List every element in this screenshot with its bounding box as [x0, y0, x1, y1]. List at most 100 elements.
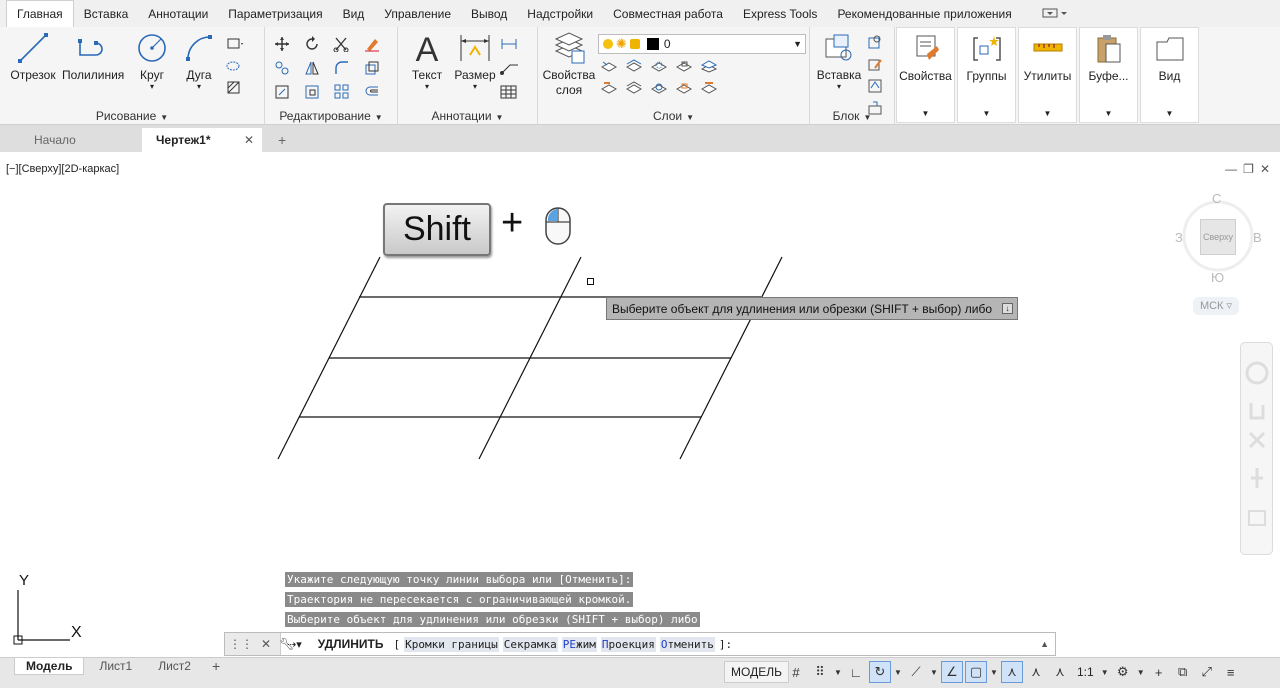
array-icon[interactable]	[333, 83, 351, 101]
hatch-icon[interactable]	[226, 57, 244, 75]
chevron-down-icon[interactable]: ▼	[893, 661, 903, 683]
isolate-objects-icon[interactable]: ⧉	[1172, 661, 1194, 683]
layer-walk-icon[interactable]	[625, 79, 643, 97]
layer-match-icon[interactable]	[700, 57, 718, 75]
create-block-icon[interactable]	[866, 33, 884, 51]
insert-block-button[interactable]: Вставка ▾	[810, 31, 868, 91]
properties-panel-button[interactable]: Свойства ▼	[896, 27, 955, 123]
line-button[interactable]: Отрезок	[4, 31, 62, 82]
grid-icon[interactable]: #	[785, 661, 807, 683]
layer-lock-icon[interactable]	[675, 57, 693, 75]
rotate-icon[interactable]	[303, 35, 321, 53]
command-extend-icon[interactable]: ⇢▾	[287, 638, 302, 651]
layer-thaw-icon[interactable]	[650, 79, 668, 97]
layer-previous-icon[interactable]	[600, 79, 618, 97]
tab-featured-apps[interactable]: Рекомендованные приложения	[827, 1, 1021, 27]
gradient-icon[interactable]	[226, 79, 244, 97]
layer-isolate-icon[interactable]	[625, 57, 643, 75]
tab-addins[interactable]: Надстройки	[517, 1, 603, 27]
layer-merge-icon[interactable]	[700, 79, 718, 97]
layout-tab-sheet1[interactable]: Лист1	[88, 658, 143, 675]
panel-modify-title[interactable]: Редактирование ▼	[265, 109, 397, 123]
panel-draw-title[interactable]: Рисование ▼	[0, 109, 264, 123]
tab-output[interactable]: Вывод	[461, 1, 517, 27]
edit-block-icon[interactable]	[866, 55, 884, 73]
layer-dropdown[interactable]: ✺ 0 ▼	[598, 34, 806, 54]
tab-express-tools[interactable]: Express Tools	[733, 1, 827, 27]
viewcube-south[interactable]: Ю	[1211, 270, 1224, 285]
option-edges[interactable]: Кромки границы	[404, 636, 499, 652]
viewcube-east[interactable]: В	[1253, 230, 1262, 245]
linear-dim-icon[interactable]	[500, 35, 518, 53]
viewcube-west[interactable]: З	[1175, 230, 1183, 245]
layer-unlock-icon[interactable]	[675, 79, 693, 97]
mirror-icon[interactable]	[303, 59, 321, 77]
move-icon[interactable]	[273, 35, 291, 53]
plus-icon[interactable]: +	[1148, 661, 1170, 683]
snap-icon[interactable]: ⠿	[809, 661, 831, 683]
customize-icon[interactable]: ≡	[1220, 661, 1242, 683]
clean-screen-icon[interactable]: ⤢	[1196, 661, 1218, 683]
grip-icon[interactable]: ⋮⋮	[229, 637, 253, 651]
panel-annotation-title[interactable]: Аннотации ▼	[398, 109, 537, 123]
doc-tab-start[interactable]: Начало	[20, 128, 138, 152]
tab-parametric[interactable]: Параметризация	[218, 1, 332, 27]
navigation-bar[interactable]	[1240, 342, 1273, 555]
object-snap-icon[interactable]: ▢	[965, 661, 987, 683]
option-mode[interactable]: РЕжим	[561, 636, 597, 652]
annotation-scale-value[interactable]: 1:1	[1073, 665, 1098, 679]
layer-freeze-icon[interactable]	[650, 57, 668, 75]
view-panel-button[interactable]: Вид ▼	[1140, 27, 1199, 123]
chevron-down-icon[interactable]: ▼	[833, 661, 843, 683]
explode-icon[interactable]	[363, 59, 381, 77]
gear-icon[interactable]: ⚙	[1112, 661, 1134, 683]
table-icon[interactable]	[500, 83, 518, 101]
annotation-scale-icon[interactable]: ⋏	[1049, 661, 1071, 683]
drawing-area[interactable]: [−][Сверху][2D-каркас] — ❐ ✕ Shift + Выб…	[0, 152, 1280, 657]
isometric-icon[interactable]: ⟋	[905, 661, 927, 683]
viewcube-north[interactable]: С	[1212, 191, 1221, 206]
layout-tab-model[interactable]: Модель	[14, 658, 85, 675]
viewcube-face-top[interactable]: Сверху	[1200, 219, 1236, 255]
ortho-icon[interactable]: ∟	[845, 661, 867, 683]
add-layout-button[interactable]: +	[206, 658, 226, 675]
close-icon[interactable]: ✕	[244, 133, 254, 147]
clipboard-panel-button[interactable]: Буфе... ▼	[1079, 27, 1138, 123]
new-tab-button[interactable]: +	[266, 128, 298, 152]
layer-state-icon[interactable]	[600, 57, 618, 75]
tab-insert[interactable]: Вставка	[74, 1, 139, 27]
panel-block-title[interactable]: Блок ▼	[810, 109, 894, 123]
chevron-down-icon[interactable]: ▼	[989, 661, 999, 683]
edit-attributes-icon[interactable]	[866, 77, 884, 95]
annotation-visibility-icon[interactable]: ⋏	[1001, 661, 1023, 683]
copy-icon[interactable]	[273, 59, 291, 77]
ucs-menu[interactable]: МСК ▿	[1193, 297, 1239, 315]
dimension-button[interactable]: Размер ▾	[446, 31, 504, 91]
erase-icon[interactable]	[363, 35, 381, 53]
leader-icon[interactable]	[500, 59, 518, 77]
command-history-toggle-icon[interactable]: ▲	[1040, 639, 1049, 649]
panel-layers-title[interactable]: Слои ▼	[538, 109, 809, 123]
model-space-button[interactable]: МОДЕЛЬ	[724, 661, 789, 683]
object-snap-tracking-icon[interactable]: ∠	[941, 661, 963, 683]
utilities-panel-button[interactable]: Утилиты ▼	[1018, 27, 1077, 123]
option-projection[interactable]: Проекция	[600, 636, 656, 652]
scale-icon[interactable]	[303, 83, 321, 101]
close-icon[interactable]: ✕	[261, 637, 271, 651]
layer-properties-button[interactable]: Свойства слоя	[540, 31, 598, 98]
layout-tab-sheet2[interactable]: Лист2	[147, 658, 202, 675]
tab-view[interactable]: Вид	[333, 1, 375, 27]
auto-scale-icon[interactable]: ⋏	[1025, 661, 1047, 683]
chevron-down-icon[interactable]: ▼	[1100, 661, 1110, 683]
option-undo[interactable]: Отменить	[659, 636, 715, 652]
trim-icon[interactable]	[333, 35, 351, 53]
stretch-icon[interactable]	[273, 83, 291, 101]
rectangle-icon[interactable]	[226, 35, 244, 53]
chevron-down-icon[interactable]: ▼	[1136, 661, 1146, 683]
fillet-icon[interactable]	[333, 59, 351, 77]
tab-home[interactable]: Главная	[6, 0, 74, 27]
polyline-button[interactable]: Полилиния	[62, 31, 124, 82]
command-line[interactable]: ⋮⋮ ✕ 🔧︎ ⇢▾ УДЛИНИТЬ [ Кромки границы Сек…	[224, 632, 1056, 656]
tab-manage[interactable]: Управление	[374, 1, 461, 27]
tooltip-expand-icon[interactable]: ↓	[1002, 303, 1013, 314]
